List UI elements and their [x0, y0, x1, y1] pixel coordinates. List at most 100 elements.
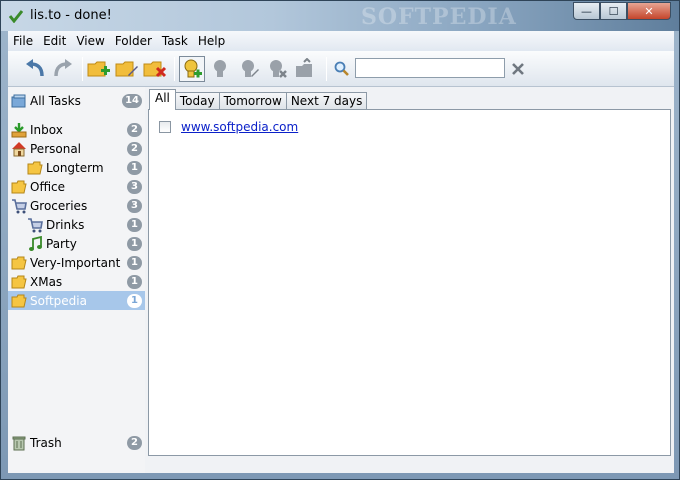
- task-move-button[interactable]: [292, 56, 318, 82]
- clear-search-button[interactable]: [505, 56, 531, 82]
- sidebar-item-longterm[interactable]: Longterm 1: [8, 158, 145, 177]
- tab-tomorrow[interactable]: Tomorrow: [218, 92, 287, 110]
- task-checkbox[interactable]: [159, 121, 171, 133]
- tab-today[interactable]: Today: [174, 92, 220, 110]
- task-priority-button[interactable]: [208, 56, 234, 82]
- new-task-icon: [184, 59, 202, 78]
- trash-icon: [12, 436, 26, 450]
- sidebar-item-label: Trash: [30, 435, 62, 450]
- count-badge: 3: [127, 180, 142, 194]
- music-note-icon: [29, 235, 42, 251]
- redo-icon: [54, 59, 72, 77]
- delete-folder-button[interactable]: [142, 56, 168, 82]
- count-badge: 3: [127, 199, 142, 213]
- task-edit-icon: [242, 60, 259, 77]
- count-badge: 1: [127, 218, 142, 232]
- house-icon: [12, 141, 26, 156]
- cart-icon: [12, 198, 27, 213]
- window-title: lis.to - done!: [30, 8, 112, 23]
- sidebar-item-trash[interactable]: Trash 2: [8, 433, 145, 452]
- task-move-icon: [296, 58, 312, 77]
- new-folder-button[interactable]: [86, 56, 112, 82]
- sidebar-item-groceries[interactable]: Groceries 3: [8, 196, 145, 215]
- task-delete-icon: [270, 60, 287, 78]
- sidebar-item-xmas[interactable]: XMas 1: [8, 272, 145, 291]
- watermark: SOFTPEDIA: [361, 4, 517, 30]
- count-badge: 2: [127, 123, 142, 137]
- count-badge: 2: [127, 142, 142, 156]
- app-window: lis.to - done! SOFTPEDIA — ☐ ✕ File Edit…: [0, 0, 680, 480]
- sidebar-item-inbox[interactable]: Inbox 2: [8, 120, 145, 139]
- count-badge: 1: [127, 294, 142, 308]
- folder-icon: [27, 161, 43, 174]
- folder-icon: [11, 256, 27, 269]
- folder-icon: [11, 275, 27, 288]
- task-edit-button[interactable]: [236, 56, 262, 82]
- sidebar-item-drinks[interactable]: Drinks 1: [8, 215, 145, 234]
- menu-task[interactable]: Task: [157, 34, 193, 48]
- menu-edit[interactable]: Edit: [38, 34, 71, 48]
- inbox-icon: [11, 122, 27, 137]
- minimize-icon: —: [581, 4, 592, 18]
- sidebar-item-party[interactable]: Party 1: [8, 234, 145, 253]
- folder-icon: [11, 294, 27, 307]
- sidebar-item-label: Office: [30, 179, 66, 194]
- search-button[interactable]: [329, 56, 355, 82]
- count-badge: 1: [127, 237, 142, 251]
- edit-folder-icon: [115, 61, 138, 77]
- sidebar-item-label: Personal: [30, 141, 82, 156]
- menu-view[interactable]: View: [71, 34, 109, 48]
- task-list: www.softpedia.com: [148, 109, 671, 456]
- cart-icon: [28, 217, 43, 232]
- sidebar-item-label: Very-Important: [30, 255, 121, 270]
- sidebar-item-label: Party: [46, 236, 77, 251]
- count-badge: 2: [127, 436, 142, 450]
- maximize-button[interactable]: ☐: [600, 2, 627, 20]
- edit-folder-button[interactable]: [114, 56, 140, 82]
- sidebar-item-office[interactable]: Office 3: [8, 177, 145, 196]
- sidebar-item-label: Softpedia: [30, 293, 87, 308]
- menu-help[interactable]: Help: [193, 34, 230, 48]
- menu-file[interactable]: File: [8, 34, 38, 48]
- task-priority-icon: [214, 60, 226, 77]
- app-logo-icon: [9, 10, 23, 23]
- sidebar-item-softpedia[interactable]: Softpedia 1: [8, 291, 145, 310]
- undo-button[interactable]: [22, 56, 48, 82]
- maximize-icon: ☐: [608, 4, 619, 18]
- sidebar-item-very-important[interactable]: Very-Important 1: [8, 253, 145, 272]
- sidebar: All Tasks 14 Inbox 2 Personal 2 Longterm…: [8, 87, 145, 473]
- tab-bar: All Today Tomorrow Next 7 days: [149, 88, 368, 110]
- sidebar-item-label: Drinks: [46, 217, 85, 232]
- count-badge: 1: [127, 275, 142, 289]
- count-badge: 1: [127, 161, 142, 175]
- title-bar[interactable]: lis.to - done! SOFTPEDIA — ☐ ✕: [1, 1, 679, 31]
- search-icon: [334, 61, 349, 76]
- close-icon: ✕: [644, 4, 654, 18]
- sidebar-item-label: All Tasks: [30, 93, 81, 108]
- close-button[interactable]: ✕: [627, 2, 671, 20]
- toolbar: [8, 51, 674, 87]
- clear-search-icon: [512, 63, 524, 75]
- menu-folder[interactable]: Folder: [110, 34, 157, 48]
- sidebar-item-personal[interactable]: Personal 2: [8, 139, 145, 158]
- task-delete-button[interactable]: [264, 56, 290, 82]
- new-task-button[interactable]: [179, 56, 205, 82]
- sidebar-item-label: XMas: [30, 274, 63, 289]
- task-link[interactable]: www.softpedia.com: [181, 120, 298, 134]
- sidebar-item-all-tasks[interactable]: All Tasks 14: [8, 91, 145, 110]
- undo-icon: [26, 59, 44, 77]
- tab-all[interactable]: All: [149, 89, 176, 110]
- delete-folder-icon: [143, 61, 167, 78]
- sidebar-item-label: Longterm: [46, 160, 104, 175]
- folder-icon: [11, 180, 27, 193]
- count-badge: 1: [127, 256, 142, 270]
- menu-bar: File Edit View Folder Task Help: [8, 31, 674, 51]
- minimize-button[interactable]: —: [573, 2, 600, 20]
- tab-next-7-days[interactable]: Next 7 days: [285, 92, 368, 110]
- redo-button[interactable]: [50, 56, 76, 82]
- search-input[interactable]: [355, 58, 505, 78]
- new-folder-icon: [87, 61, 110, 77]
- sidebar-item-label: Groceries: [30, 198, 88, 213]
- main-area: All Tasks 14 Inbox 2 Personal 2 Longterm…: [8, 87, 674, 473]
- count-badge: 14: [122, 94, 142, 108]
